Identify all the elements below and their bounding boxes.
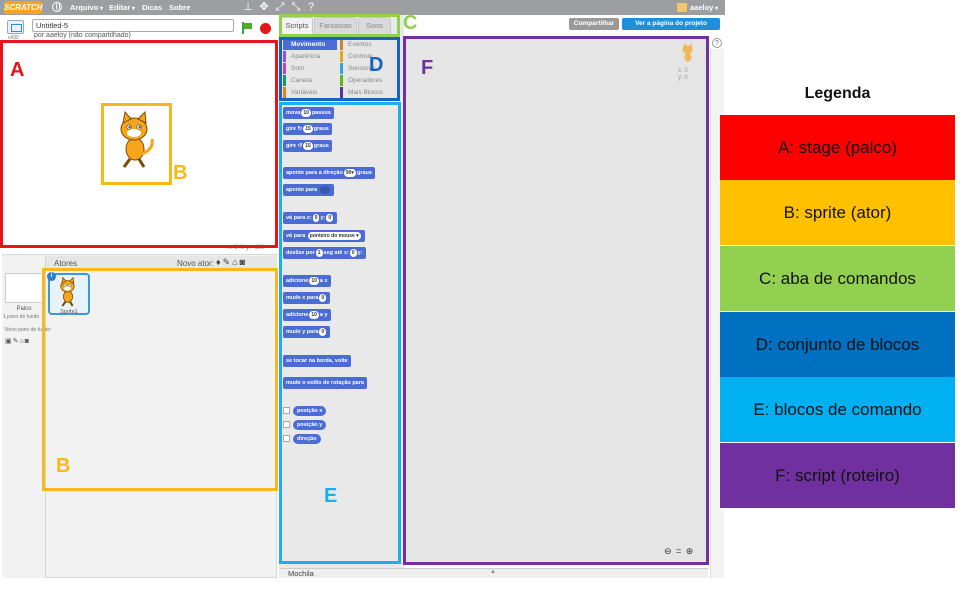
- project-owner: por aaeloy (não compartilhado): [34, 32, 131, 39]
- green-flag-icon[interactable]: [241, 22, 253, 34]
- backpack-arrow-icon[interactable]: ▲: [490, 569, 496, 575]
- menu-arquivo[interactable]: Arquivo: [70, 0, 103, 15]
- annotation-letter-f: F: [421, 57, 434, 79]
- project-title-input[interactable]: Untitled-5: [32, 19, 234, 32]
- project-page-button[interactable]: Ver a página do projeto: [622, 18, 720, 30]
- presentation-mode-button[interactable]: [7, 20, 24, 34]
- duplicate-stamp-icon[interactable]: ⊥: [242, 1, 254, 13]
- new-sprite-label: Novo ator:: [177, 259, 214, 268]
- annotation-letter-c: C: [403, 12, 418, 34]
- stage-thumbnail[interactable]: [5, 273, 43, 303]
- new-sprite-tools-icon[interactable]: ♦✎⌂◙: [216, 257, 247, 268]
- menu-sobre[interactable]: Sobre: [169, 0, 190, 15]
- stop-icon[interactable]: [260, 23, 271, 34]
- help-icon[interactable]: ?: [712, 38, 722, 48]
- username-menu[interactable]: aaeloy: [690, 0, 718, 17]
- stage-column: [2, 256, 46, 578]
- help-block-icon[interactable]: ?: [305, 1, 317, 13]
- user-folder-icon[interactable]: [677, 3, 687, 12]
- annotation-box-c: [279, 14, 400, 37]
- new-backdrop-tools-icon[interactable]: ▣✎⌂◙: [5, 337, 30, 345]
- legend-item-d: D: conjunto de blocos: [720, 312, 955, 377]
- language-globe-icon[interactable]: [52, 2, 62, 12]
- annotation-letter-b-stage: B: [173, 162, 188, 184]
- menu-editar[interactable]: Editar: [109, 0, 135, 15]
- annotation-box-b-sprites: [42, 268, 278, 491]
- grow-icon[interactable]: ⤢: [274, 1, 286, 13]
- annotation-box-f: [403, 36, 709, 565]
- legend-item-a: A: stage (palco): [720, 115, 955, 180]
- shrink-icon[interactable]: ⤡: [290, 1, 302, 13]
- legend-item-b: B: sprite (ator): [720, 180, 955, 245]
- annotation-letter-d: D: [369, 54, 384, 76]
- sprites-label: Atores: [54, 259, 78, 268]
- stage-label: Palco: [16, 306, 32, 312]
- legend-item-f: F: script (roteiro): [720, 443, 955, 508]
- annotation-box-e: [279, 102, 401, 564]
- annotation-letter-e: E: [324, 485, 338, 507]
- delete-scissors-icon[interactable]: ✥: [258, 1, 270, 13]
- legend-title: Legenda: [804, 85, 871, 102]
- annotation-letter-a: A: [10, 59, 25, 81]
- backdrop-count: 1 pano de fundo: [3, 314, 40, 320]
- annotation-box-b-stage: [101, 103, 172, 185]
- menu-dicas[interactable]: Dicas: [142, 0, 162, 15]
- share-button[interactable]: Compartilhar: [569, 18, 619, 30]
- annotation-letter-b-sprites: B: [56, 455, 71, 477]
- legend-item-e: E: blocos de comando: [720, 377, 955, 442]
- legend-item-c: C: aba de comandos: [720, 246, 955, 311]
- scratch-logo[interactable]: SCRATCH: [4, 1, 43, 14]
